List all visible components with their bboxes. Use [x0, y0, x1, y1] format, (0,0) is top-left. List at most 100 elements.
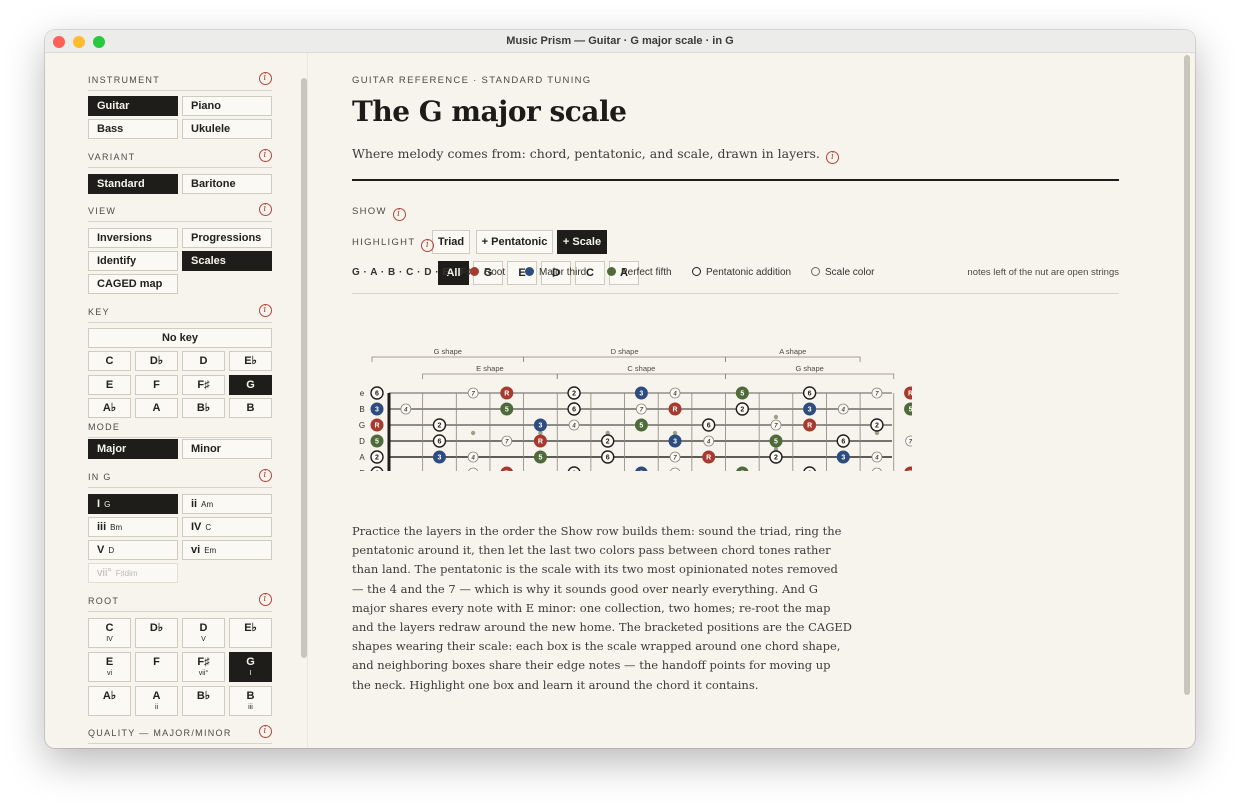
note-label: 6 [841, 439, 845, 446]
in-key-section-title: IN G i [88, 469, 272, 488]
note-label: R [908, 391, 912, 398]
eyebrow: GUITAR REFERENCE · STANDARD TUNING [352, 75, 592, 86]
e-shape-bottom-label: E shape [476, 364, 504, 373]
root-title-text: ROOT [88, 596, 120, 606]
legend-third: Major third [525, 267, 586, 278]
mode-section-title: MODE [88, 420, 272, 438]
heading-rule [352, 179, 1119, 181]
legend-fifth-label: Perfect fifth [621, 267, 672, 278]
info-icon[interactable]: i [259, 149, 272, 162]
root-option[interactable]: F [135, 652, 178, 682]
variant-option-baritone[interactable]: Baritone [182, 174, 272, 194]
view-option-identify[interactable]: Identify [88, 251, 178, 271]
chord-name: G [104, 500, 111, 509]
note-label: 3 [438, 455, 442, 462]
chord-name: Am [201, 500, 214, 509]
key-option[interactable]: F [135, 375, 178, 395]
open-strings-hint: notes left of the nut are open strings [967, 267, 1119, 278]
key-option[interactable]: B♭ [182, 398, 225, 418]
root-degree-label: iii [248, 704, 253, 711]
show-option-triad[interactable]: Triad [432, 230, 470, 254]
window-title: Music Prism — Guitar · G major scale · i… [506, 35, 734, 47]
note-label: 2 [740, 407, 744, 414]
chord-option-iii[interactable]: iii Bm [88, 517, 178, 537]
view-option-scales[interactable]: Scales [182, 251, 272, 271]
chord-option-V[interactable]: VD [88, 540, 178, 560]
info-icon[interactable]: i [392, 208, 406, 221]
key-option[interactable]: B [229, 398, 272, 418]
root-note-label: F♯ [197, 656, 210, 668]
info-icon[interactable]: i [259, 203, 272, 216]
root-option[interactable]: Aii [135, 686, 178, 716]
info-icon[interactable]: i [825, 151, 839, 164]
show-option-scale[interactable]: + Scale [557, 230, 607, 254]
string-label: A [359, 453, 365, 462]
chord-numeral: IV [191, 521, 202, 533]
root-option[interactable]: A♭ [88, 686, 131, 716]
main-scrollbar[interactable] [1184, 55, 1190, 695]
chord-option-vi[interactable]: vi Em [182, 540, 272, 560]
key-option[interactable]: F♯ [182, 375, 225, 395]
root-option[interactable]: GI [229, 652, 272, 682]
instrument-option-bass[interactable]: Bass [88, 119, 178, 139]
key-option[interactable]: A♭ [88, 398, 131, 418]
chord-numeral: I [97, 498, 101, 510]
chord-option-ii[interactable]: ii Am [182, 494, 272, 514]
inlay-dot [773, 414, 779, 420]
mode-option-major[interactable]: Major [88, 439, 178, 459]
note-label: 4 [672, 392, 677, 398]
key-option-no-key[interactable]: No key [88, 328, 272, 348]
close-button[interactable] [53, 36, 65, 48]
root-option[interactable]: Biii [229, 686, 272, 716]
root-option[interactable]: B♭ [182, 686, 225, 716]
instrument-option-guitar[interactable]: Guitar [88, 96, 178, 116]
key-option-selected[interactable]: G [229, 375, 272, 395]
maximize-button[interactable] [93, 36, 105, 48]
a-shape-top-label: A shape [779, 347, 806, 356]
view-option-progressions[interactable]: Progressions [182, 228, 272, 248]
info-icon[interactable]: i [259, 469, 272, 482]
root-option[interactable]: E♭ [229, 618, 272, 648]
key-option[interactable]: E [88, 375, 131, 395]
key-option[interactable]: E♭ [229, 351, 272, 371]
chord-option-I[interactable]: IG [88, 494, 178, 514]
root-degree-label: vi [106, 670, 113, 677]
root-note-label: B♭ [196, 690, 211, 702]
info-icon[interactable]: i [259, 304, 272, 317]
quality-title-text: QUALITY — MAJOR/MINOR [88, 728, 232, 738]
instrument-option-piano[interactable]: Piano [182, 96, 272, 116]
info-icon[interactable]: i [259, 72, 272, 85]
scale-ring-icon [811, 267, 820, 276]
key-option[interactable]: A [135, 398, 178, 418]
a-shape-top-bracket [725, 356, 861, 362]
page-subtitle: Where melody comes from: chord, pentaton… [352, 146, 839, 164]
note-label: 4 [706, 440, 711, 446]
note-label: 4 [841, 408, 846, 414]
variant-option-standard[interactable]: Standard [88, 174, 178, 194]
legend-rule [352, 293, 1119, 294]
root-option[interactable]: D♭ [135, 618, 178, 648]
info-icon[interactable]: i [259, 593, 272, 606]
view-option-caged-map[interactable]: CAGED map [88, 274, 178, 294]
note-label: 6 [808, 391, 812, 398]
note-label: R [807, 423, 812, 430]
view-option-inversions[interactable]: Inversions [88, 228, 178, 248]
key-option[interactable]: C [88, 351, 131, 371]
instrument-option-ukulele[interactable]: Ukulele [182, 119, 272, 139]
chord-option-IV[interactable]: IV C [182, 517, 272, 537]
root-option[interactable]: C IV [88, 618, 131, 648]
chord-name: Em [204, 546, 217, 555]
root-option[interactable]: F♯ vii° [182, 652, 225, 682]
app-window: Music Prism — Guitar · G major scale · i… [45, 30, 1195, 748]
mode-option-minor[interactable]: Minor [182, 439, 272, 459]
show-option-pentatonic[interactable]: + Pentatonic [476, 230, 553, 254]
key-option[interactable]: D♭ [135, 351, 178, 371]
info-icon[interactable]: i [259, 725, 272, 738]
key-option[interactable]: D [182, 351, 225, 371]
in-key-title-text: IN G [88, 472, 112, 482]
minimize-button[interactable] [73, 36, 85, 48]
root-option[interactable]: Evi [88, 652, 131, 682]
note-label: 7 [909, 440, 912, 446]
root-option[interactable]: DV [182, 618, 225, 648]
highlight-label: HIGHLIGHT i [352, 237, 435, 252]
